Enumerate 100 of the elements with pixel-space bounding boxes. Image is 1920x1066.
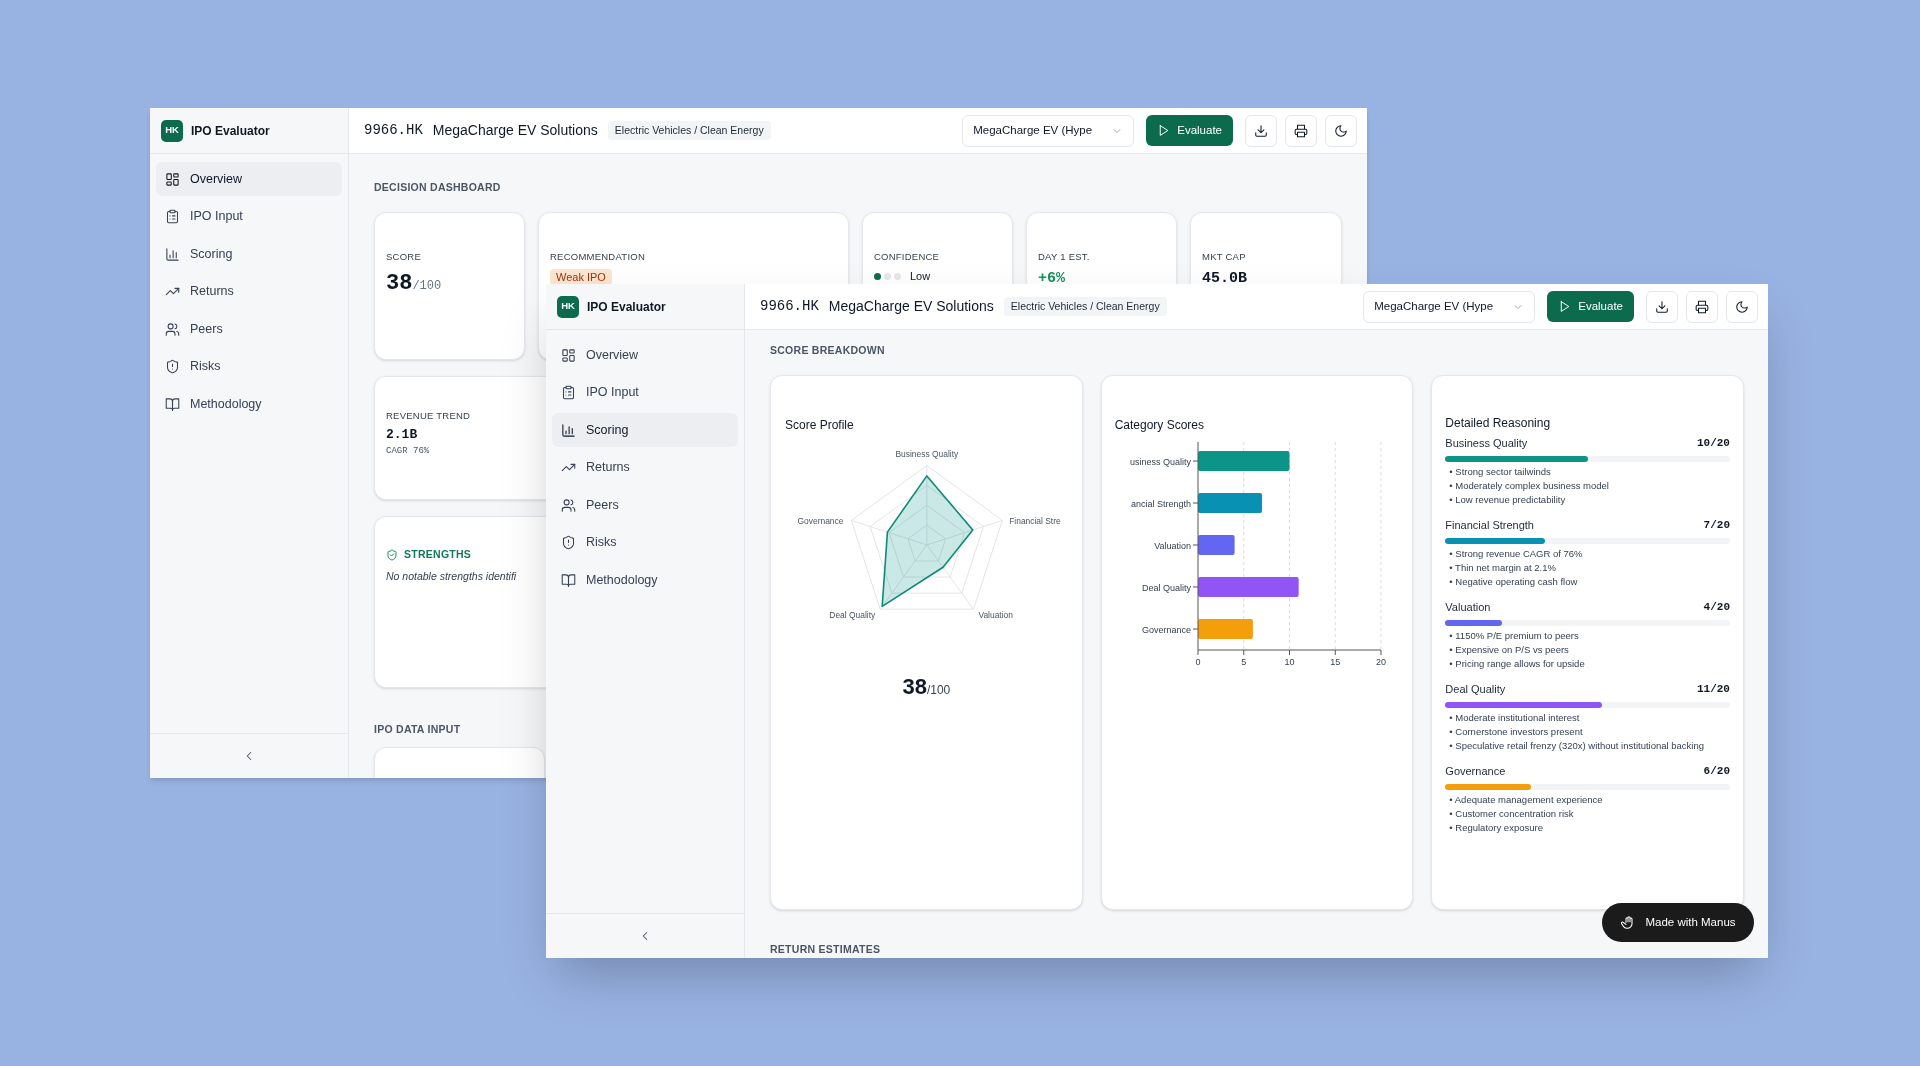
reason-item: • 1150% P/E premium to peers bbox=[1449, 629, 1579, 643]
category-name: Financial Strength bbox=[1445, 517, 1534, 533]
score-value: 38/100 bbox=[386, 270, 443, 298]
company-name: MegaCharge EV Solutions bbox=[432, 121, 598, 140]
made-with-badge[interactable]: Made with Manus bbox=[1602, 903, 1754, 942]
shield-icon bbox=[165, 359, 180, 374]
printer-icon bbox=[1695, 299, 1709, 314]
app-logo: HK bbox=[557, 295, 579, 318]
category-score: 4/20 bbox=[1703, 599, 1730, 615]
section-heading: IPO DATA INPUT bbox=[374, 723, 461, 735]
reason-item: • Expensive on P/S vs peers bbox=[1449, 643, 1569, 657]
reason-item: • Moderately complex business model bbox=[1449, 479, 1609, 493]
metric-label: RECOMMENDATION bbox=[550, 251, 645, 263]
company-name: MegaCharge EV Solutions bbox=[828, 297, 994, 316]
category-label: Valuation bbox=[1153, 540, 1191, 551]
reason-item: • Customer concentration risk bbox=[1449, 807, 1574, 821]
nav-item[interactable]: IPO Input bbox=[156, 199, 342, 234]
nav-item[interactable]: Peers bbox=[552, 488, 738, 522]
reason-item: • Strong revenue CAGR of 76% bbox=[1449, 547, 1583, 561]
app-name: IPO Evaluator bbox=[191, 122, 270, 140]
revenue-value: 2.1B bbox=[386, 426, 418, 444]
reason-item: • Low revenue predictability bbox=[1449, 493, 1566, 507]
tick-label: 15 bbox=[1329, 657, 1340, 667]
download-button[interactable] bbox=[1245, 114, 1277, 147]
book-icon bbox=[165, 396, 180, 412]
sector-tag: Electric Vehicles / Clean Energy bbox=[1003, 296, 1167, 317]
nav-item[interactable]: Overview bbox=[156, 162, 342, 196]
reason-item: • Negative operating cash flow bbox=[1449, 575, 1578, 589]
category-label: Governance bbox=[1141, 624, 1191, 635]
card-title: Detailed Reasoning bbox=[1445, 416, 1551, 430]
nav-item[interactable]: Returns bbox=[156, 274, 342, 309]
category-score: 7/20 bbox=[1703, 517, 1730, 533]
confidence-value: Low bbox=[910, 269, 931, 284]
reason-item: • Speculative retail frenzy (320x) without institutional backing bbox=[1449, 739, 1704, 753]
recommendation-badge: Weak IPO bbox=[550, 269, 612, 285]
nav-item[interactable]: IPO Input bbox=[552, 375, 738, 410]
printer-icon bbox=[1294, 123, 1308, 138]
cagr-note: CAGR 76% bbox=[386, 444, 430, 458]
play-icon bbox=[1558, 300, 1572, 313]
nav-item[interactable]: Returns bbox=[552, 450, 738, 485]
ticker: 9966.HK bbox=[364, 121, 423, 140]
grid-icon bbox=[561, 347, 576, 363]
reason-item: • Cornerstone investors present bbox=[1449, 725, 1583, 739]
category-score: 6/20 bbox=[1703, 763, 1730, 779]
users-icon bbox=[561, 497, 576, 513]
category-score: 11/20 bbox=[1696, 681, 1730, 697]
grid-icon bbox=[165, 171, 180, 187]
theme-button[interactable] bbox=[1325, 114, 1357, 147]
market-cap-value: 45.0B bbox=[1202, 269, 1248, 289]
nav-item[interactable]: Overview bbox=[552, 338, 738, 372]
ticker: 9966.HK bbox=[760, 297, 819, 316]
axis-label: Governance bbox=[797, 516, 844, 527]
theme-button[interactable] bbox=[1726, 290, 1758, 323]
nav-item[interactable]: Scoring bbox=[156, 237, 342, 271]
clipboard-icon bbox=[165, 209, 180, 224]
category-name: Governance bbox=[1445, 763, 1506, 779]
nav-item[interactable]: Peers bbox=[156, 312, 342, 346]
axis-label: Business Quality bbox=[895, 448, 959, 459]
download-icon bbox=[1254, 123, 1268, 138]
bar-chart-icon bbox=[165, 246, 180, 262]
metric-label: REVENUE TREND bbox=[386, 410, 471, 422]
tick-label: 0 bbox=[1195, 657, 1201, 667]
nav-item[interactable]: Risks bbox=[552, 525, 738, 560]
section-heading: RETURN ESTIMATES bbox=[770, 943, 881, 955]
metric-label: SCORE bbox=[386, 251, 421, 263]
moon-icon bbox=[1334, 123, 1348, 138]
reason-item: • Moderate institutional interest bbox=[1449, 711, 1580, 725]
bar-chart-icon bbox=[561, 422, 576, 438]
nav-item[interactable]: Methodology bbox=[552, 563, 738, 597]
tick-label: 20 bbox=[1375, 657, 1386, 667]
category-label: Deal Quality bbox=[1141, 582, 1191, 593]
moon-icon bbox=[1735, 299, 1749, 314]
company-select[interactable]: MegaCharge EV (Hype bbox=[962, 114, 1135, 147]
reason-item: • Thin net margin at 2.1% bbox=[1449, 561, 1556, 575]
tick-label: 5 bbox=[1240, 657, 1246, 667]
metric-label: CONFIDENCE bbox=[874, 251, 940, 263]
section-heading: SCORE BREAKDOWN bbox=[770, 344, 885, 356]
total-score: 38/100 bbox=[902, 673, 951, 701]
evaluate-button[interactable]: Evaluate bbox=[1146, 115, 1233, 146]
metric-label: DAY 1 EST. bbox=[1038, 251, 1090, 263]
company-select[interactable]: MegaCharge EV (Hype bbox=[1363, 290, 1536, 323]
category-name: Business Quality bbox=[1445, 435, 1528, 451]
axis-label: Deal Quality bbox=[829, 610, 876, 621]
card-title: Category Scores bbox=[1114, 417, 1205, 434]
reason-item: • Regulatory exposure bbox=[1449, 821, 1543, 835]
nav-item[interactable]: Risks bbox=[156, 349, 342, 384]
strengths-title: STRENGTHS bbox=[404, 547, 472, 562]
category-label: ancial Strength bbox=[1130, 498, 1191, 509]
app-name: IPO Evaluator bbox=[587, 298, 666, 316]
category-name: Valuation bbox=[1445, 599, 1491, 615]
download-button[interactable] bbox=[1646, 290, 1678, 323]
evaluate-button[interactable]: Evaluate bbox=[1547, 291, 1634, 322]
print-button[interactable] bbox=[1285, 114, 1317, 147]
download-icon bbox=[1655, 299, 1669, 314]
shield-check-icon bbox=[386, 548, 398, 561]
reason-item: • Pricing range allows for upside bbox=[1449, 657, 1585, 671]
nav-item[interactable]: Methodology bbox=[156, 387, 342, 421]
bar bbox=[1197, 535, 1235, 555]
nav-item[interactable]: Scoring bbox=[552, 413, 738, 447]
print-button[interactable] bbox=[1686, 290, 1718, 323]
